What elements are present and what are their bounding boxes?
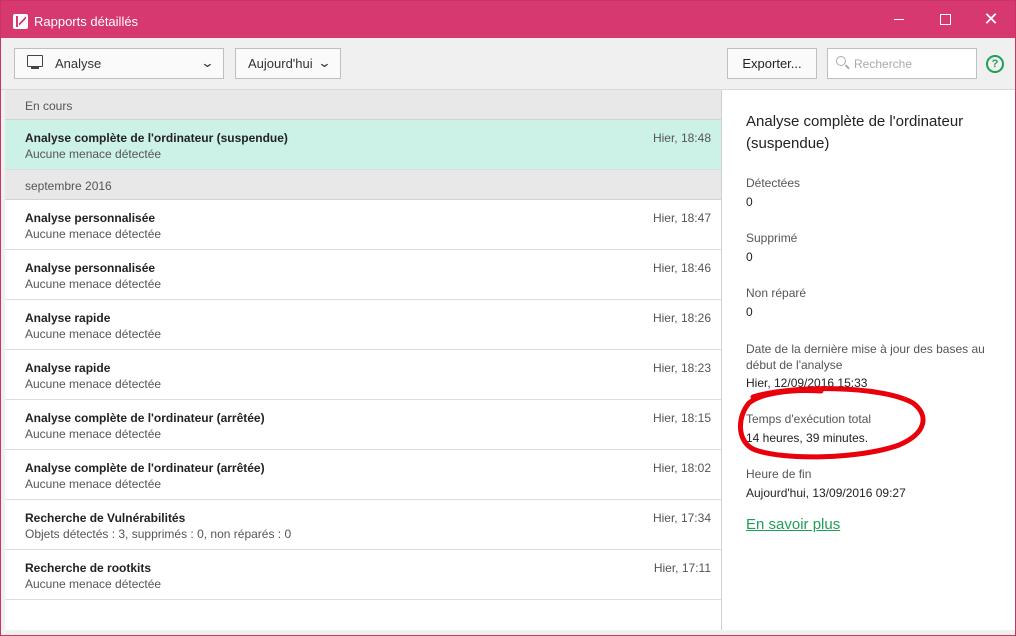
component-filter-dropdown[interactable]: Analyse ⌄: [14, 48, 224, 79]
group-header-in-progress: En cours: [5, 90, 721, 120]
report-list: En cours Analyse complète de l'ordinateu…: [5, 90, 722, 630]
report-name: Analyse complète de l'ordinateur (suspen…: [25, 131, 288, 145]
report-row[interactable]: Analyse complète de l'ordinateur (arrêté…: [5, 400, 721, 450]
report-status: Aucune menace détectée: [25, 577, 162, 591]
group-header-month: septembre 2016: [5, 170, 721, 200]
search-icon: [836, 56, 846, 66]
report-status: Aucune menace détectée: [25, 227, 162, 241]
end-time-label: Heure de fin: [746, 467, 812, 481]
search-input[interactable]: [852, 54, 974, 74]
close-button[interactable]: ✕: [968, 1, 1014, 38]
report-status: Aucune menace détectée: [25, 477, 162, 491]
report-name: Analyse complète de l'ordinateur (arrêté…: [25, 461, 265, 475]
report-time: Hier, 18:15: [652, 411, 711, 425]
monitor-icon: [27, 55, 43, 69]
detected-value: 0: [746, 195, 753, 209]
close-icon: ✕: [983, 9, 999, 29]
report-name: Recherche de Vulnérabilités: [25, 511, 186, 525]
report-time: Hier, 18:46: [652, 261, 711, 275]
report-time: Hier, 17:34: [652, 511, 711, 525]
search-box: [827, 48, 977, 79]
toolbar: Analyse ⌄ Aujourd'hui ⌄ Exporter... ?: [1, 38, 1015, 90]
report-name: Analyse personnalisée: [25, 211, 156, 225]
report-row[interactable]: Analyse rapide Aucune menace détectée Hi…: [5, 300, 721, 350]
title-bar: Rapports détaillés ✕: [1, 1, 1015, 38]
help-icon[interactable]: ?: [986, 55, 1004, 73]
report-time: Hier, 18:26: [652, 311, 711, 325]
report-time: Hier, 18:23: [652, 361, 711, 375]
report-time: Hier, 18:48: [652, 131, 711, 145]
report-time: Hier, 18:02: [652, 461, 711, 475]
window-title: Rapports détaillés: [34, 14, 139, 29]
detected-label: Détectées: [746, 176, 801, 190]
maximize-icon: [939, 14, 951, 26]
report-row[interactable]: Recherche de Vulnérabilités Objets détec…: [5, 500, 721, 550]
report-name: Analyse personnalisée: [25, 261, 156, 275]
end-time-value: Aujourd'hui, 13/09/2016 09:27: [746, 486, 906, 500]
unrepaired-value: 0: [746, 305, 753, 319]
report-time: Hier, 17:11: [653, 561, 711, 575]
report-name: Analyse rapide: [25, 311, 111, 325]
minimize-button[interactable]: [876, 1, 922, 38]
report-name: Analyse rapide: [25, 361, 111, 375]
report-row[interactable]: Analyse rapide Aucune menace détectée Hi…: [5, 350, 721, 400]
report-time: Hier, 18:47: [652, 211, 711, 225]
period-filter-label: Aujourd'hui: [248, 56, 313, 71]
report-status: Aucune menace détectée: [25, 147, 162, 161]
kaspersky-logo-icon: [13, 14, 28, 29]
report-row[interactable]: Recherche de rootkits Aucune menace déte…: [5, 550, 721, 600]
report-window: Rapports détaillés ✕ Analyse ⌄ Aujourd'h…: [0, 0, 1016, 636]
report-status: Aucune menace détectée: [25, 377, 162, 391]
report-row-selected[interactable]: Analyse complète de l'ordinateur (suspen…: [5, 120, 721, 170]
total-time-label: Temps d'exécution total: [746, 412, 872, 426]
report-status: Aucune menace détectée: [25, 277, 162, 291]
report-row[interactable]: Analyse personnalisée Aucune menace déte…: [5, 200, 721, 250]
component-filter-label: Analyse: [55, 56, 102, 71]
report-status: Aucune menace détectée: [25, 427, 162, 441]
db-update-value: Hier, 12/09/2016 15:33: [746, 376, 868, 390]
chevron-down-icon: ⌄: [317, 55, 332, 70]
details-title: Analyse complète de l'ordinateur (suspen…: [746, 113, 964, 152]
deleted-value: 0: [746, 250, 753, 264]
report-row[interactable]: Analyse personnalisée Aucune menace déte…: [5, 250, 721, 300]
deleted-label: Supprimé: [746, 231, 798, 245]
report-status: Objets détectés : 3, supprimés : 0, non …: [25, 527, 292, 541]
unrepaired-label: Non réparé: [746, 286, 807, 300]
report-name: Recherche de rootkits: [25, 561, 152, 575]
report-name: Analyse complète de l'ordinateur (arrêté…: [25, 411, 265, 425]
learn-more-link[interactable]: En savoir plus: [746, 516, 840, 533]
details-panel: Analyse complète de l'ordinateur (suspen…: [722, 90, 1015, 630]
db-update-label: Date de la dernière mise à jour des base…: [746, 342, 985, 372]
export-button[interactable]: Exporter...: [727, 48, 817, 79]
period-filter-dropdown[interactable]: Aujourd'hui ⌄: [235, 48, 341, 79]
chevron-down-icon: ⌄: [200, 55, 215, 70]
maximize-button[interactable]: [922, 1, 968, 38]
total-time-value: 14 heures, 39 minutes.: [746, 431, 869, 445]
report-row[interactable]: Analyse complète de l'ordinateur (arrêté…: [5, 450, 721, 500]
minimize-icon: [894, 19, 904, 21]
report-status: Aucune menace détectée: [25, 327, 162, 341]
